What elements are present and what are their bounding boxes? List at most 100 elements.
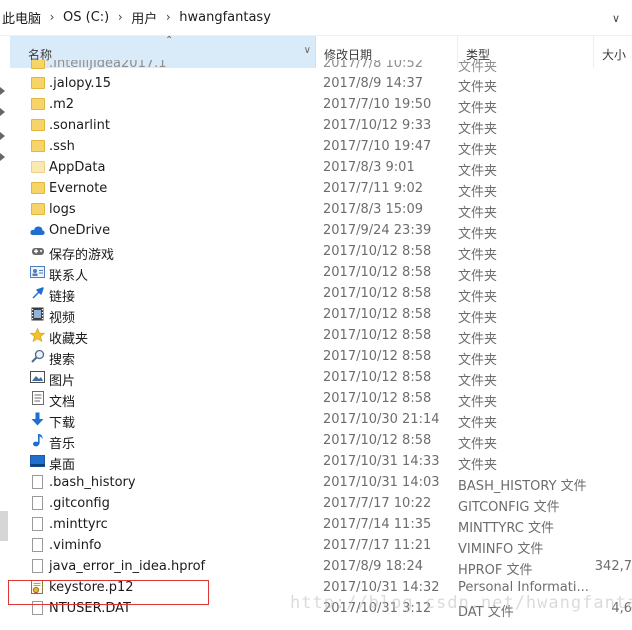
sort-ascending-icon: ⌃: [165, 35, 174, 46]
item-name: 搜索: [49, 353, 76, 368]
list-item[interactable]: 图片 2017/10/12 8:58 文件夹: [10, 367, 632, 389]
certificate-icon: [30, 579, 45, 594]
item-type: 文件夹: [458, 80, 498, 95]
list-item[interactable]: .gitconfig 2017/7/17 10:22 GITCONFIG 文件: [10, 493, 632, 515]
item-type: Personal Informati...: [458, 580, 589, 595]
file-icon: [30, 559, 45, 573]
item-date: 2017/10/30 21:14: [323, 412, 440, 427]
image-icon: [30, 370, 45, 384]
item-name: Evernote: [49, 181, 108, 196]
expand-arrow-icon[interactable]: [0, 132, 5, 140]
folder-icon: [30, 181, 45, 195]
list-item[interactable]: java_error_in_idea.hprof 2017/8/9 18:24 …: [10, 556, 632, 578]
navigation-pane-edge: [0, 36, 10, 630]
item-type: 文件夹: [458, 269, 498, 284]
item-type: 文件夹: [458, 311, 498, 326]
item-size: 4,6: [611, 601, 632, 616]
breadcrumb-separator-icon[interactable]: ›: [111, 10, 129, 24]
breadcrumb-separator-icon[interactable]: ›: [159, 10, 177, 24]
item-date: 2017/7/10 19:50: [323, 97, 432, 112]
item-type: BASH_HISTORY 文件: [458, 479, 587, 494]
folder-icon: [30, 76, 45, 90]
item-type: 文件夹: [458, 374, 498, 389]
list-item[interactable]: AppData 2017/8/3 9:01 文件夹: [10, 157, 632, 179]
breadcrumb-separator-icon[interactable]: ›: [43, 10, 61, 24]
item-name: OneDrive: [49, 223, 111, 238]
item-name: NTUSER.DAT: [49, 601, 131, 616]
list-item[interactable]: 桌面 2017/10/31 14:33 文件夹: [10, 451, 632, 473]
list-item[interactable]: .jalopy.15 2017/8/9 14:37 文件夹: [10, 73, 632, 95]
list-item[interactable]: .bash_history 2017/10/31 14:03 BASH_HIST…: [10, 472, 632, 494]
list-item[interactable]: 收藏夹 2017/10/12 8:58 文件夹: [10, 325, 632, 347]
item-type: 文件夹: [458, 353, 498, 368]
item-type: MINTTYRC 文件: [458, 521, 554, 536]
item-date: 2017/10/12 8:58: [323, 244, 432, 259]
list-item[interactable]: Evernote 2017/7/11 9:02 文件夹: [10, 178, 632, 200]
item-date: 2017/10/31 14:32: [323, 580, 440, 595]
list-item[interactable]: .m2 2017/7/10 19:50 文件夹: [10, 94, 632, 116]
expand-arrow-icon[interactable]: [0, 153, 5, 161]
item-type: 文件夹: [458, 458, 498, 473]
item-name: AppData: [49, 160, 106, 175]
link-icon: [30, 286, 45, 300]
file-icon: [30, 601, 45, 615]
item-name: 视频: [49, 311, 76, 326]
item-name: .minttyrc: [49, 517, 108, 532]
list-item[interactable]: logs 2017/8/3 15:09 文件夹: [10, 199, 632, 221]
item-name: java_error_in_idea.hprof: [49, 559, 206, 574]
item-name: 桌面: [49, 458, 76, 473]
list-item[interactable]: NTUSER.DAT 2017/10/31 3:12 DAT 文件 4,6: [10, 598, 632, 620]
item-date: 2017/10/12 8:58: [323, 433, 432, 448]
list-item[interactable]: 保存的游戏 2017/10/12 8:58 文件夹: [10, 241, 632, 263]
expand-arrow-icon[interactable]: [0, 108, 5, 116]
item-type: 文件夹: [458, 122, 498, 137]
item-name: .sonarlint: [49, 118, 110, 133]
item-name: 链接: [49, 290, 76, 305]
list-item[interactable]: .ssh 2017/7/10 19:47 文件夹: [10, 136, 632, 158]
item-date: 2017/10/12 8:58: [323, 370, 432, 385]
item-name: .viminfo: [49, 538, 102, 553]
item-name: 图片: [49, 374, 76, 389]
chevron-down-icon[interactable]: ∨: [304, 45, 311, 56]
list-item[interactable]: .viminfo 2017/7/17 11:21 VIMINFO 文件: [10, 535, 632, 557]
item-name: 联系人: [49, 269, 89, 284]
breadcrumb-drive-c[interactable]: OS (C:): [61, 8, 111, 28]
item-date: 2017/8/9 14:37: [323, 76, 423, 91]
item-date: 2017/10/12 8:58: [323, 349, 432, 364]
item-type: GITCONFIG 文件: [458, 500, 560, 515]
list-item[interactable]: .minttyrc 2017/7/14 11:35 MINTTYRC 文件: [10, 514, 632, 536]
list-item[interactable]: 链接 2017/10/12 8:58 文件夹: [10, 283, 632, 305]
list-item[interactable]: 搜索 2017/10/12 8:58 文件夹: [10, 346, 632, 368]
item-name: .bash_history: [49, 475, 136, 490]
item-date: 2017/10/31 14:33: [323, 454, 440, 469]
list-item[interactable]: 视频 2017/10/12 8:58 文件夹: [10, 304, 632, 326]
file-list: .IntelliJIdea2017.1 2017/7/8 10:52 文件夹 .…: [10, 60, 632, 630]
item-date: 2017/8/3 15:09: [323, 202, 423, 217]
download-icon: [30, 412, 45, 426]
list-item[interactable]: OneDrive 2017/9/24 23:39 文件夹: [10, 220, 632, 242]
file-icon: [30, 538, 45, 552]
item-date: 2017/8/3 9:01: [323, 160, 415, 175]
chevron-down-icon[interactable]: ∨: [608, 10, 624, 26]
expand-arrow-icon[interactable]: [0, 87, 5, 95]
list-item[interactable]: 文档 2017/10/12 8:58 文件夹: [10, 388, 632, 410]
item-date: 2017/8/9 18:24: [323, 559, 423, 574]
list-item[interactable]: 下载 2017/10/30 21:14 文件夹: [10, 409, 632, 431]
list-item[interactable]: 音乐 2017/10/12 8:58 文件夹: [10, 430, 632, 452]
item-name: .m2: [49, 97, 75, 112]
list-item[interactable]: .sonarlint 2017/10/12 9:33 文件夹: [10, 115, 632, 137]
list-item[interactable]: 联系人 2017/10/12 8:58 文件夹: [10, 262, 632, 284]
item-type: HPROF 文件: [458, 563, 533, 578]
list-item[interactable]: .IntelliJIdea2017.1 2017/7/8 10:52 文件夹: [10, 60, 632, 75]
address-bar[interactable]: 此电脑 › OS (C:) › 用户 › hwangfantasy ∨: [0, 0, 632, 36]
folder-icon: [30, 118, 45, 132]
item-name: 音乐: [49, 437, 76, 452]
navigation-pane-scroll-thumb[interactable]: [0, 511, 8, 541]
breadcrumb-this-pc[interactable]: 此电脑: [0, 8, 43, 28]
cloud-icon: [30, 223, 45, 237]
item-type: DAT 文件: [458, 605, 514, 620]
item-type: 文件夹: [458, 227, 498, 242]
list-item-selected[interactable]: keystore.p12 2017/10/31 14:32 Personal I…: [10, 577, 632, 598]
breadcrumb-users[interactable]: 用户: [129, 8, 159, 28]
breadcrumb-user-folder[interactable]: hwangfantasy: [177, 8, 273, 28]
